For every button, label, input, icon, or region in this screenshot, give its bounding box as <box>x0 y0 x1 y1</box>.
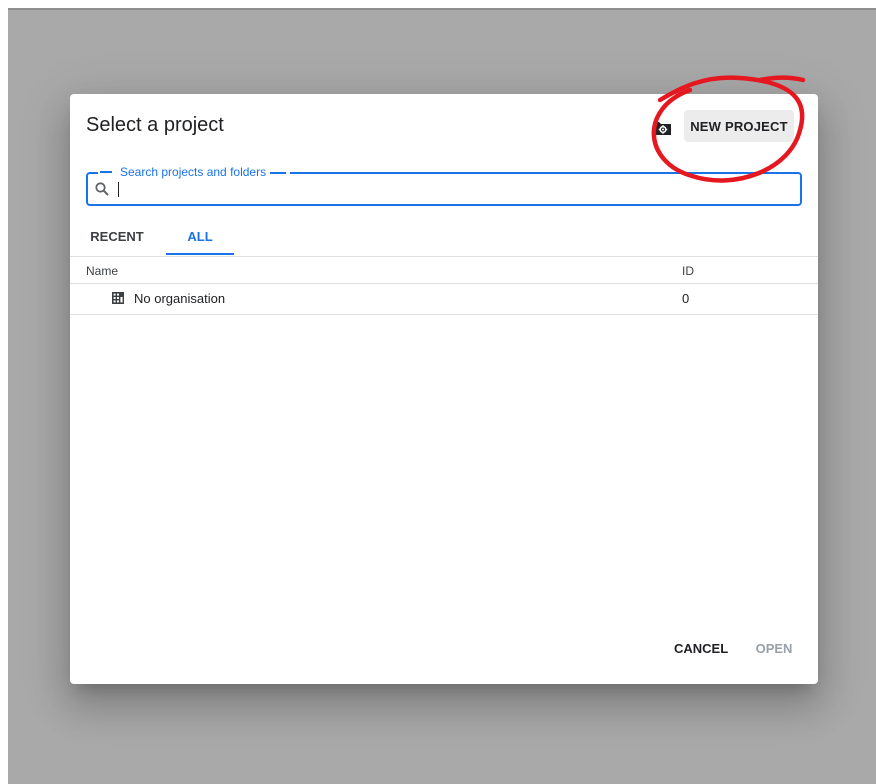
text-cursor <box>118 182 119 197</box>
search-input[interactable] <box>114 178 784 200</box>
new-project-button[interactable]: NEW PROJECT <box>684 110 794 142</box>
search-field[interactable]: Search projects and folders <box>86 164 802 206</box>
tab-all-label: ALL <box>187 229 213 244</box>
column-header-id: ID <box>682 264 694 278</box>
table-header: Name ID <box>70 256 818 284</box>
select-project-dialog: Select a project NEW PROJECT Search proj… <box>70 94 818 684</box>
legend-tail <box>270 171 287 174</box>
tab-selected-indicator <box>166 253 234 255</box>
cancel-button[interactable]: CANCEL <box>674 638 728 660</box>
dialog-title: Select a project <box>86 114 224 136</box>
column-header-name: Name <box>86 264 119 278</box>
building-icon <box>111 291 125 305</box>
table-row[interactable]: No organisation 0 <box>70 284 818 315</box>
search-label: Search projects and folders <box>120 165 267 179</box>
search-icon <box>94 181 110 197</box>
open-button[interactable]: OPEN <box>754 638 794 660</box>
top-strip <box>0 0 876 10</box>
tab-recent[interactable]: RECENT <box>86 224 148 256</box>
row-name: No organisation <box>134 291 226 306</box>
tab-all[interactable]: ALL <box>166 224 234 256</box>
row-id: 0 <box>682 291 690 306</box>
legend-dash <box>100 171 112 173</box>
tab-bar: RECENT ALL <box>70 224 818 256</box>
folder-settings-icon[interactable] <box>650 116 674 140</box>
tab-recent-label: RECENT <box>90 229 144 244</box>
